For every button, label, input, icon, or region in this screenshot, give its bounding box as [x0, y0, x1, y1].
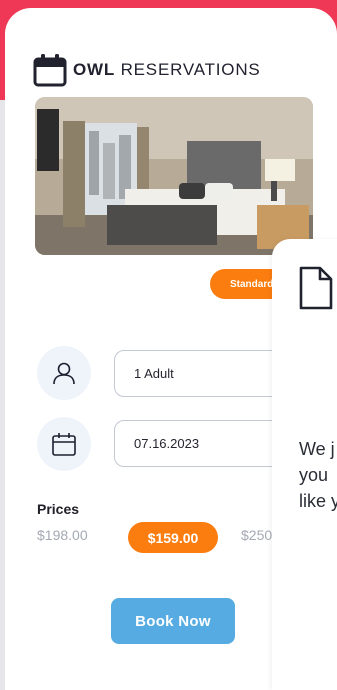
calendar-icon: [52, 433, 76, 456]
side-panel[interactable]: We j you like y: [272, 239, 337, 690]
brand-name: OWL RESERVATIONS: [73, 60, 261, 80]
date-value: 07.16.2023: [134, 436, 200, 451]
brand-name-rest: RESERVATIONS: [115, 60, 261, 79]
side-panel-line-3: like y: [299, 491, 337, 511]
calendar-logo-icon: [33, 54, 67, 87]
book-now-button[interactable]: Book Now: [111, 598, 235, 644]
date-icon-circle: [37, 417, 91, 471]
side-panel-line-1: We j: [299, 439, 335, 459]
prices-label: Prices: [37, 501, 80, 517]
price-option-selected[interactable]: $159.00: [128, 522, 218, 553]
hotel-room-photo: [35, 97, 313, 255]
user-icon: [53, 362, 75, 385]
document-icon: [299, 266, 333, 310]
guests-value: 1 Adult: [134, 366, 174, 381]
brand: OWL RESERVATIONS: [33, 52, 261, 88]
brand-name-bold: OWL: [73, 60, 116, 79]
price-option-1[interactable]: $198.00: [37, 527, 88, 543]
side-panel-line-2: you: [299, 465, 329, 485]
hotel-room-image: [35, 97, 313, 255]
side-panel-message: We j you like y: [299, 436, 337, 514]
guests-icon-circle: [37, 346, 91, 400]
